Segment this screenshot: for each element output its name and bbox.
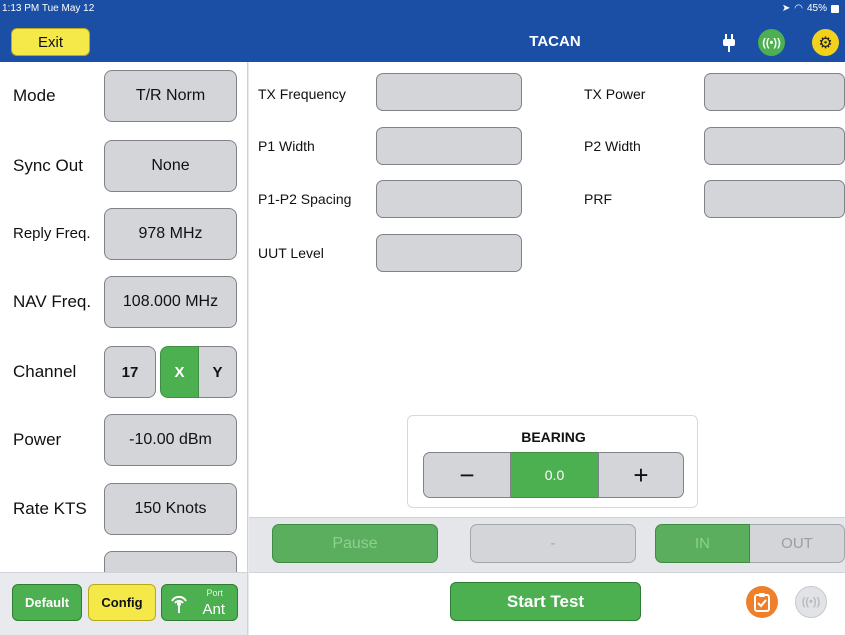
p1-width-label: P1 Width	[258, 138, 315, 154]
settings-icon[interactable]: ⚙	[812, 29, 839, 56]
nav-freq-row: NAV Freq. 108.000 MHz	[0, 276, 247, 328]
status-time: 1:13 PM Tue May 12	[2, 3, 94, 14]
port-caption: Port	[206, 588, 223, 598]
tx-frequency-label: TX Frequency	[258, 86, 346, 102]
rate-label: Rate KTS	[13, 499, 87, 518]
settings-panel: Mode T/R Norm Sync Out None Reply Freq. …	[0, 62, 248, 572]
power-row: Power -10.00 dBm	[0, 414, 247, 466]
title-bar: 1:13 PM Tue May 12 ➤ ◠ 45% Exit TACAN ((…	[0, 0, 845, 62]
p2-width-field	[704, 127, 845, 165]
channel-row: Channel 17 X Y	[0, 346, 247, 398]
wireless-antenna-icon[interactable]: ((•))	[795, 586, 827, 618]
port-antenna-button[interactable]: Port Ant	[161, 584, 238, 621]
sync-out-label: Sync Out	[13, 156, 83, 175]
power-button[interactable]: -10.00 dBm	[104, 414, 237, 466]
battery-icon	[831, 4, 839, 13]
mode-row: Mode T/R Norm	[0, 70, 247, 122]
in-toggle[interactable]: IN	[655, 524, 750, 563]
channel-x-toggle[interactable]: X	[160, 346, 199, 398]
p1-p2-spacing-label: P1-P2 Spacing	[258, 191, 352, 207]
mode-label: Mode	[13, 86, 56, 105]
power-label: Power	[13, 430, 62, 449]
nav-freq-label: NAV Freq.	[13, 292, 92, 311]
status-date: Tue May 12	[41, 3, 95, 14]
radio-link-icon[interactable]: ((•))	[758, 29, 785, 56]
bearing-increase-button[interactable]: +	[598, 452, 684, 498]
uut-level-field	[376, 234, 522, 272]
reply-freq-label: Reply Freq.	[13, 225, 91, 242]
bearing-card: BEARING − 0.0 +	[407, 415, 698, 508]
channel-y-toggle[interactable]: Y	[199, 346, 237, 398]
wifi-icon: ◠	[794, 3, 803, 14]
config-button[interactable]: Config	[88, 584, 156, 621]
bearing-title: BEARING	[521, 429, 586, 445]
rate-button[interactable]: 150 Knots	[104, 483, 237, 535]
status-clock: 1:13 PM	[2, 3, 40, 14]
port-value: Ant	[202, 601, 225, 618]
clipboard-check-icon[interactable]	[746, 586, 778, 618]
prf-field	[704, 180, 845, 218]
reply-freq-button[interactable]: 978 MHz	[104, 208, 237, 260]
channel-number-button[interactable]: 17	[104, 346, 156, 398]
tx-frequency-field	[376, 73, 522, 111]
status-indicators: ➤ ◠ 45%	[782, 3, 839, 14]
reply-freq-row: Reply Freq. 978 MHz	[0, 208, 247, 260]
tx-power-label: TX Power	[584, 86, 646, 102]
p2-width-label: P2 Width	[584, 138, 641, 154]
default-button[interactable]: Default	[12, 584, 82, 621]
prf-label: PRF	[584, 191, 612, 207]
sync-out-row: Sync Out None	[0, 140, 247, 192]
p1-width-field	[376, 127, 522, 165]
out-toggle[interactable]: OUT	[750, 524, 845, 563]
page-title: TACAN	[529, 33, 581, 50]
tx-power-field	[704, 73, 845, 111]
plug-icon	[723, 34, 735, 52]
rate-row: Rate KTS 150 Knots	[0, 483, 247, 535]
partial-setting-button[interactable]	[104, 551, 237, 572]
pause-button[interactable]: Pause	[272, 524, 438, 563]
start-test-button[interactable]: Start Test	[450, 582, 641, 621]
nav-freq-button[interactable]: 108.000 MHz	[104, 276, 237, 328]
bearing-decrease-button[interactable]: −	[423, 452, 511, 498]
channel-label: Channel	[13, 362, 77, 381]
battery-percent: 45%	[806, 3, 827, 14]
exit-button[interactable]: Exit	[11, 28, 90, 56]
antenna-icon	[171, 595, 187, 613]
p1-p2-spacing-field	[376, 180, 522, 218]
mode-button[interactable]: T/R Norm	[104, 70, 237, 122]
bearing-value[interactable]: 0.0	[511, 452, 598, 498]
location-icon: ➤	[781, 3, 791, 14]
uut-level-label: UUT Level	[258, 245, 324, 261]
sync-out-button[interactable]: None	[104, 140, 237, 192]
placeholder-button[interactable]: -	[470, 524, 636, 563]
clipboard-check-glyph	[754, 593, 770, 612]
